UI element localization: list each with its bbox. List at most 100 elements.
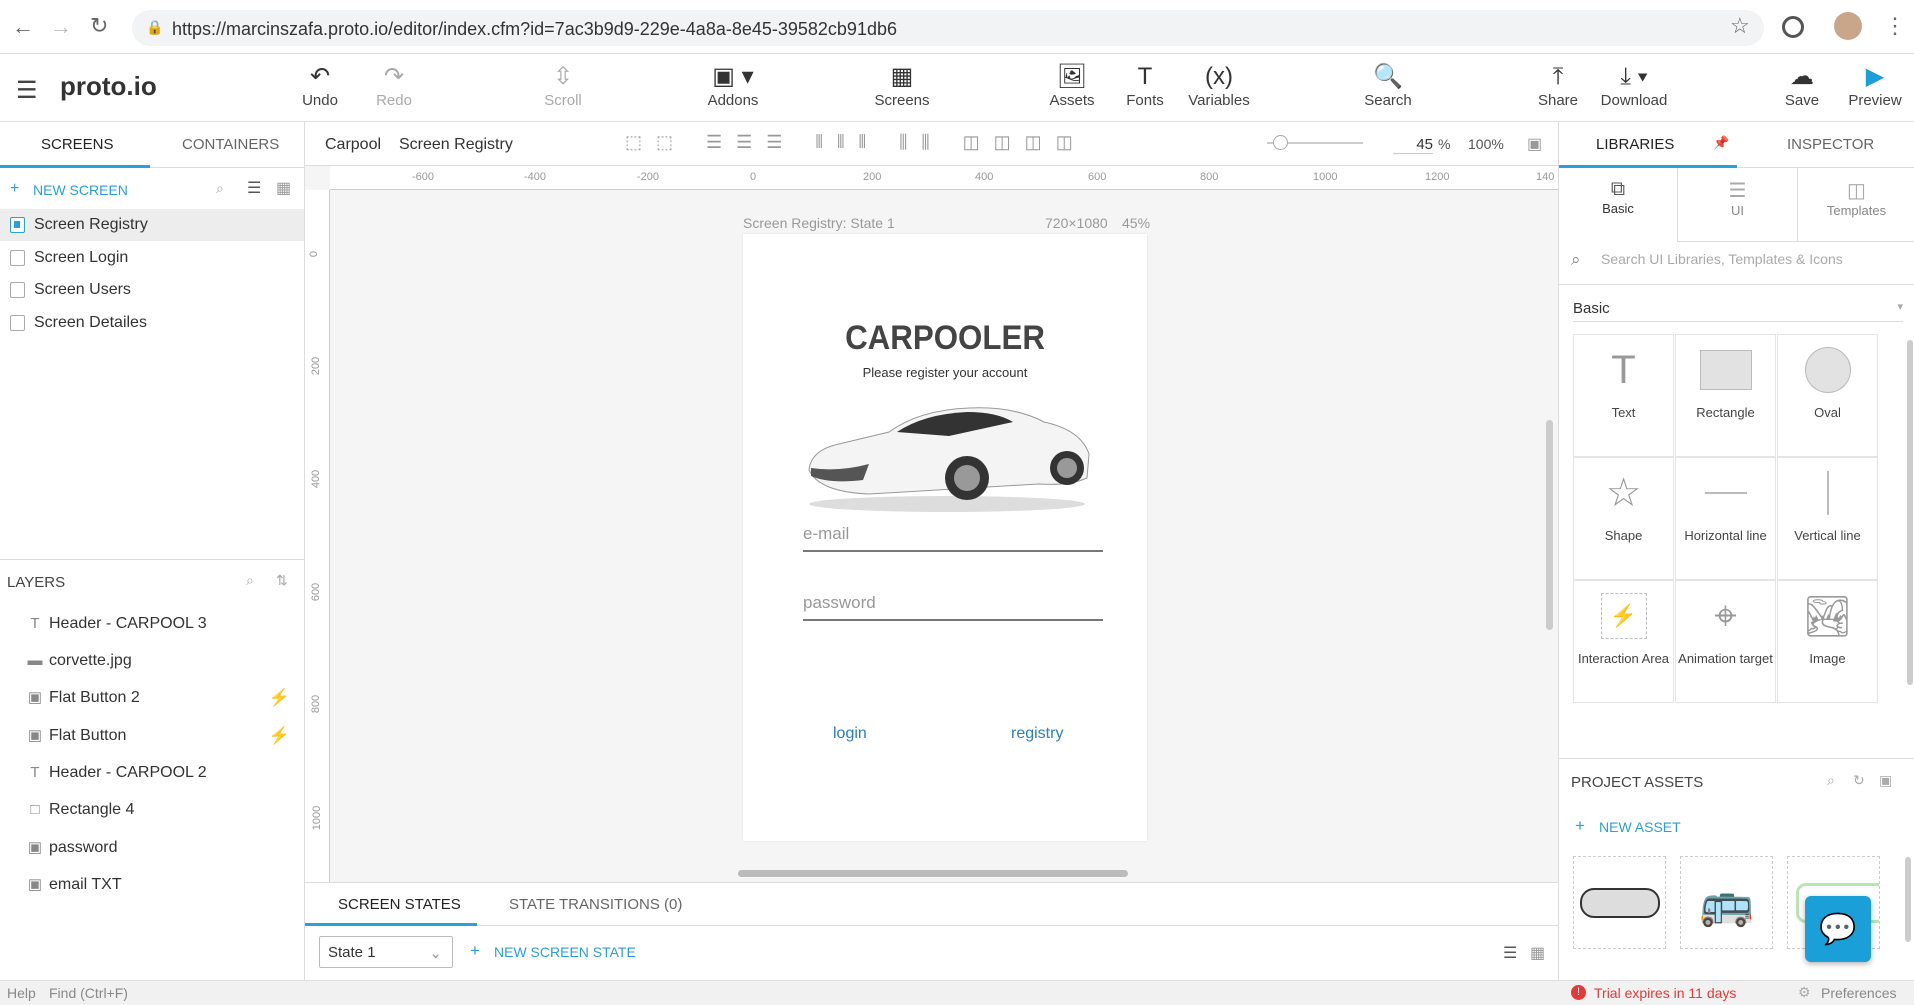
share-button[interactable]: ⤒ Share	[1518, 62, 1598, 109]
fonts-button[interactable]: T Fonts	[1105, 62, 1185, 109]
screens-button[interactable]: ▦ Screens	[862, 62, 942, 109]
vertical-scrollbar[interactable]	[1546, 420, 1553, 630]
library-scrollbar[interactable]	[1907, 340, 1913, 685]
add-image-icon[interactable]: ▣	[1879, 772, 1892, 789]
registry-button[interactable]: registry	[1011, 725, 1063, 743]
forward-icon[interactable]: →	[50, 14, 72, 40]
fit-screen-icon[interactable]: ▣	[1527, 134, 1542, 154]
screen-item-detailes[interactable]: Screen Detailes	[0, 307, 304, 339]
screen-item-users[interactable]: Screen Users	[0, 274, 304, 306]
search-assets-icon[interactable]: ⌕	[1827, 772, 1835, 789]
screen-checkbox[interactable]	[10, 315, 25, 331]
variables-button[interactable]: (x) Variables	[1179, 62, 1259, 109]
lib-item-image[interactable]: 🏞 Image	[1777, 580, 1878, 703]
profile-avatar[interactable]	[1834, 12, 1862, 40]
breadcrumb-screen[interactable]: Screen Registry	[399, 136, 513, 154]
phone-frame[interactable]: CARPOOLER Please register your account e…	[743, 234, 1147, 841]
preview-button[interactable]: ▶ Preview	[1835, 62, 1914, 109]
bookmark-star-icon[interactable]: ☆	[1730, 13, 1750, 39]
scroll-button[interactable]: ⇳ Scroll	[523, 62, 603, 109]
zoom-input[interactable]: 45	[1393, 136, 1433, 154]
app-subtitle[interactable]: Please register your account	[743, 365, 1147, 380]
lib-item-horizontal-line[interactable]: Horizontal line	[1675, 457, 1776, 580]
screen-checkbox[interactable]	[10, 282, 25, 298]
layer-item[interactable]: T Header - CARPOOL 2	[0, 755, 304, 791]
arrange-tools[interactable]: ⬚⬚ ☰☰☰ ⫴⫴⫴ ⫼⫼ ◫◫◫◫	[625, 132, 1087, 153]
sort-icon[interactable]: ⇅	[276, 572, 288, 589]
layer-item[interactable]: ▬ corvette.jpg	[0, 643, 304, 679]
search-button[interactable]: 🔍 Search	[1348, 62, 1428, 109]
state-select[interactable]: State 1 ⌄	[319, 936, 453, 968]
layer-item[interactable]: ▣ email TXT	[0, 867, 304, 903]
grid-view-icon[interactable]: ▦	[276, 178, 291, 198]
library-search-input[interactable]: Search UI Libraries, Templates & Icons	[1601, 251, 1843, 267]
interaction-bolt-icon[interactable]: ⚡	[269, 680, 290, 716]
chat-support-button[interactable]: 💬	[1805, 896, 1871, 962]
layer-item[interactable]: □ Rectangle 4	[0, 792, 304, 828]
tab-state-transitions[interactable]: STATE TRANSITIONS (0)	[509, 896, 682, 913]
screen-checkbox[interactable]	[10, 217, 25, 233]
grid-view-icon[interactable]: ▦	[1530, 943, 1545, 963]
plus-icon[interactable]: +	[1575, 816, 1585, 836]
save-button[interactable]: ☁ Save	[1762, 62, 1842, 109]
new-screen-state-button[interactable]: NEW SCREEN STATE	[494, 944, 636, 960]
url-text[interactable]: https://marcinszafa.proto.io/editor/inde…	[172, 19, 897, 40]
tab-inspector[interactable]: INSPECTOR	[1787, 136, 1874, 153]
help-link[interactable]: Help	[7, 985, 36, 1001]
breadcrumb-project[interactable]: Carpool	[325, 136, 381, 154]
lib-tab-templates[interactable]: ◫ Templates	[1798, 168, 1914, 242]
download-button[interactable]: ⤓ ▾ Download	[1593, 62, 1675, 109]
screen-checkbox[interactable]	[10, 250, 25, 266]
list-view-icon[interactable]: ☰	[1503, 943, 1517, 963]
layer-item[interactable]: ▣ password	[0, 830, 304, 866]
tab-libraries[interactable]: LIBRARIES	[1596, 136, 1674, 153]
layer-item[interactable]: ▣ Flat Button ⚡	[0, 718, 304, 754]
email-field[interactable]: e-mail	[803, 524, 1103, 552]
lib-tab-ui[interactable]: ☰ UI	[1678, 168, 1798, 242]
app-logo[interactable]: proto.io	[60, 71, 157, 102]
lib-item-oval[interactable]: Oval	[1777, 334, 1878, 457]
hamburger-menu-icon[interactable]: ☰	[16, 76, 38, 105]
layer-item[interactable]: ▣ Flat Button 2 ⚡	[0, 680, 304, 716]
list-view-icon[interactable]: ☰	[247, 178, 261, 198]
undo-button[interactable]: ↶ Undo	[280, 62, 360, 109]
horizontal-scrollbar[interactable]	[738, 870, 1128, 877]
app-title[interactable]: CARPOOLER	[759, 319, 1131, 358]
browser-menu-icon[interactable]: ⋮	[1884, 13, 1906, 39]
asset-thumb-bus[interactable]: 🚌	[1680, 856, 1773, 949]
lib-item-vertical-line[interactable]: Vertical line	[1777, 457, 1878, 580]
tab-screen-states[interactable]: SCREEN STATES	[338, 896, 461, 913]
find-link[interactable]: Find (Ctrl+F)	[49, 985, 128, 1001]
plus-icon[interactable]: +	[10, 180, 19, 198]
reload-icon[interactable]: ↻	[90, 13, 108, 39]
lib-tab-basic[interactable]: ⧉ Basic	[1559, 168, 1678, 242]
zoom-slider-thumb[interactable]	[1273, 135, 1288, 150]
back-icon[interactable]: ←	[12, 14, 34, 40]
login-button[interactable]: login	[833, 725, 867, 743]
layer-item[interactable]: T Header - CARPOOL 3	[0, 606, 304, 642]
car-image[interactable]	[799, 392, 1095, 512]
lib-item-shape[interactable]: ☆ Shape	[1573, 457, 1674, 580]
tab-screens[interactable]: SCREENS	[41, 136, 114, 153]
pin-icon[interactable]: 📌	[1713, 135, 1729, 151]
assets-button[interactable]: 🖼 Assets	[1032, 62, 1112, 109]
new-asset-button[interactable]: NEW ASSET	[1599, 819, 1681, 835]
password-field[interactable]: password	[803, 593, 1103, 621]
interaction-bolt-icon[interactable]: ⚡	[269, 718, 290, 754]
screen-item-registry[interactable]: Screen Registry	[0, 209, 304, 241]
plus-icon[interactable]: +	[470, 941, 480, 961]
addons-button[interactable]: ▣ ▾ Addons	[693, 62, 773, 109]
lib-item-text[interactable]: T Text	[1573, 334, 1674, 457]
trial-notice[interactable]: Trial expires in 11 days	[1594, 985, 1736, 1001]
lib-item-rectangle[interactable]: Rectangle	[1675, 334, 1776, 457]
new-screen-button[interactable]: NEW SCREEN	[33, 182, 128, 198]
assets-scrollbar[interactable]	[1905, 857, 1911, 942]
category-select[interactable]: Basic ▾	[1573, 300, 1903, 322]
extension-icon[interactable]	[1782, 16, 1804, 38]
search-screens-icon[interactable]: ⌕	[216, 180, 224, 197]
refresh-icon[interactable]: ↻	[1853, 772, 1865, 789]
preferences-link[interactable]: Preferences	[1821, 985, 1896, 1001]
zoom-100-button[interactable]: 100%	[1468, 136, 1504, 152]
lib-item-animation-target[interactable]: ⌖ Animation target	[1675, 580, 1776, 703]
screen-item-login[interactable]: Screen Login	[0, 242, 304, 274]
